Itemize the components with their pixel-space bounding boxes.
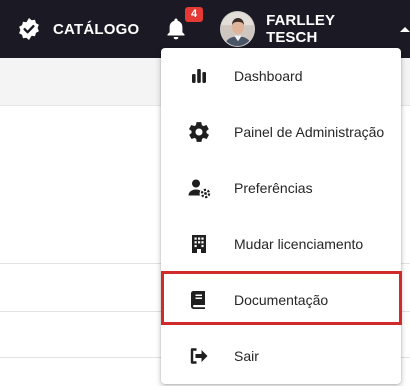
menu-item-label: Dashboard xyxy=(234,68,303,84)
user-avatar xyxy=(220,11,256,47)
notification-count-badge: 4 xyxy=(185,7,203,22)
user-name: FARLLEY TESCH xyxy=(266,12,335,46)
verified-badge-icon xyxy=(17,17,41,41)
menu-item-label: Preferências xyxy=(234,180,313,196)
menu-item-label: Painel de Administração xyxy=(234,124,385,140)
user-dropdown-menu: Dashboard Painel de Administração Prefer… xyxy=(161,48,401,384)
menu-item-label: Mudar licenciamento xyxy=(234,236,364,252)
page: CATÁLOGO 4 FARLLEY TESCH Dashboard Paine… xyxy=(0,0,410,386)
menu-item-admin-panel[interactable]: Painel de Administração xyxy=(161,104,401,160)
user-settings-icon xyxy=(187,176,211,200)
bar-chart-icon xyxy=(187,64,211,88)
menu-item-logout[interactable]: Sair xyxy=(161,328,401,384)
building-icon xyxy=(187,232,211,256)
logout-icon xyxy=(187,344,211,368)
user-menu-toggle[interactable]: FARLLEY TESCH xyxy=(220,10,410,48)
brand-label: CATÁLOGO xyxy=(53,20,140,38)
caret-up-icon xyxy=(400,26,410,32)
menu-item-label: Sair xyxy=(234,348,259,364)
gear-icon xyxy=(187,120,211,144)
menu-item-preferences[interactable]: Preferências xyxy=(161,160,401,216)
book-icon xyxy=(187,288,211,312)
brand-link[interactable]: CATÁLOGO xyxy=(17,16,139,42)
menu-item-change-license[interactable]: Mudar licenciamento xyxy=(161,216,401,272)
menu-item-dashboard[interactable]: Dashboard xyxy=(161,48,401,104)
menu-item-label: Documentação xyxy=(234,292,329,308)
menu-item-documentation[interactable]: Documentação xyxy=(161,272,401,328)
